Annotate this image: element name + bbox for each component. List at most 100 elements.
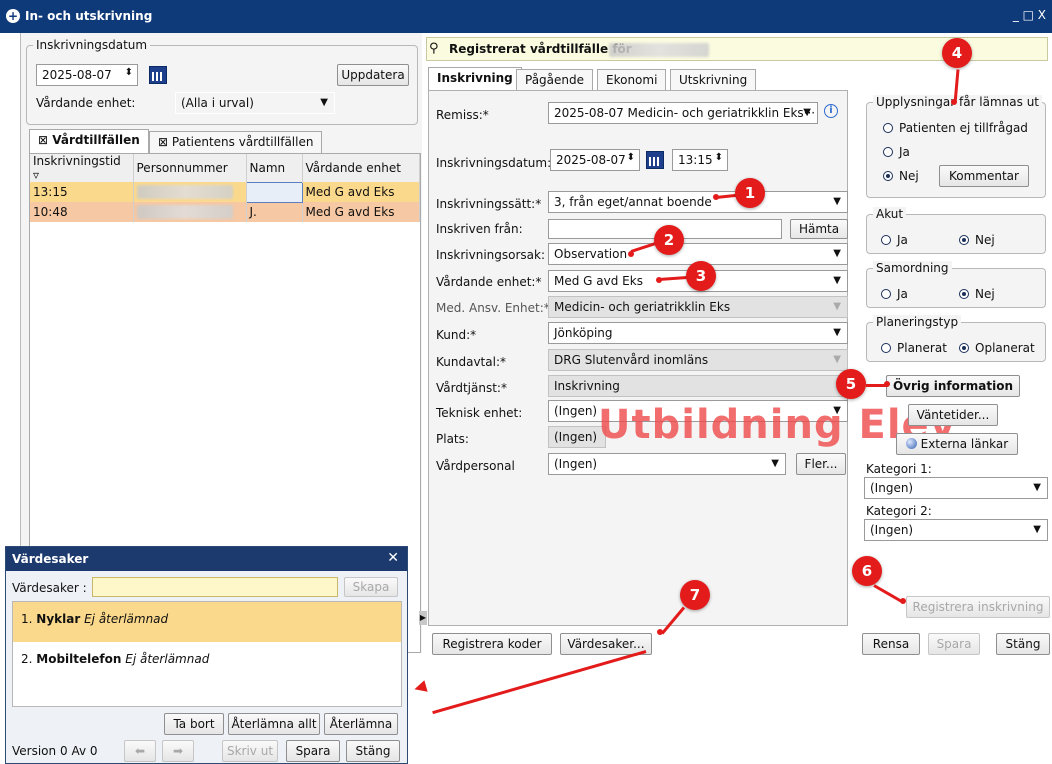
samordning-legend: Samordning [873,261,952,275]
table-row[interactable]: 10:48 J. Med G avd Eks [30,202,420,222]
col-inskrivningstid[interactable]: Inskrivningstid ▿ [30,154,134,182]
tab-utskrivning[interactable]: Utskrivning [670,69,757,91]
category2-select[interactable]: (Ingen) ▼ [864,519,1048,541]
list-item[interactable]: 2. Mobiltelefon Ej återlämnad [13,646,401,676]
col-vardande-enhet[interactable]: Vårdande enhet [302,154,420,182]
valuables-dialog-titlebar: Värdesaker ✕ [6,547,407,571]
window-titlebar: + In- och utskrivning _ □ X [0,0,1052,33]
staff-select[interactable]: (Ingen) ▼ [548,453,786,475]
annotation-3-badge: 3 [686,261,716,291]
row-personnummer-blurred [133,182,247,202]
window-controls[interactable]: _ □ X [1013,8,1046,22]
reason-value: Observation [554,247,628,261]
category2-value: (Ingen) [870,523,914,537]
remiss-select[interactable]: 2025-08-07 Medicin- och geriatrikklin Ek… [548,102,818,124]
wait-times-button[interactable]: Väntetider... [908,404,998,426]
row-unit: Med G avd Eks [302,202,420,222]
service-label: Vårdtjänst:* [436,381,507,395]
service-value: Inskrivning [554,379,620,393]
category2-label: Kategori 2: [866,504,932,518]
radio-akut-no[interactable]: Nej [959,233,995,247]
return-button[interactable]: Återlämna [324,713,398,735]
chevron-down-icon: ▼ [1033,482,1041,493]
external-links-button[interactable]: Externa länkar [896,433,1018,455]
customer-value: Jönköping [554,326,613,340]
valuables-dialog-title: Värdesaker [12,552,89,566]
col-namn[interactable]: Namn [246,154,303,182]
update-button[interactable]: Uppdatera [337,64,409,86]
radio-icon [883,123,893,133]
samordning-group: Samordning Ja Nej [866,261,1046,308]
contract-value: DRG Slutenvård inomläns [554,353,709,367]
tab-inskrivning[interactable]: Inskrivning [428,67,522,91]
spinner-icon[interactable]: ⬍ [715,152,723,163]
print-button[interactable]: Skriv ut [222,740,278,762]
row-personnummer-blurred [133,202,247,222]
table-icon: ⊠ [158,135,169,149]
radio-samordning-yes[interactable]: Ja [881,287,908,301]
med-unit-select: Medicin- och geriatrikklin Eks ▼ [548,296,848,318]
register-codes-button[interactable]: Registrera koder [432,633,552,655]
scroll-right-icon[interactable]: ▶ [419,611,427,625]
episode-header-title: Registrerat vårdtillfälle för [449,42,632,56]
radio-samordning-no[interactable]: Nej [959,287,995,301]
close-icon[interactable]: ✕ [387,550,399,566]
tab-pagaende[interactable]: Pågående [516,69,594,91]
save-button[interactable]: Spara [928,633,980,655]
radio-planerat[interactable]: Planerat [881,341,947,355]
left-unit-select[interactable]: (Alla i urval) ▼ [175,92,335,114]
admission-time-input[interactable]: 13:15 ⬍ [672,149,728,171]
category1-select[interactable]: (Ingen) ▼ [864,477,1048,499]
close-button[interactable]: Stäng [996,633,1050,655]
tab-patient-vardtillfallen[interactable]: ⊠ Patientens vårdtillfällen [149,131,323,153]
table-header-row: Inskrivningstid ▿ Personnummer Namn Vård… [30,154,420,182]
calendar-icon[interactable] [149,66,167,84]
staff-label: Vårdpersonal [436,459,515,473]
radio-oplanerat[interactable]: Oplanerat [959,341,1035,355]
customer-select[interactable]: Jönköping ▼ [548,322,848,344]
valuables-input[interactable] [92,577,338,597]
left-date-input[interactable]: 2025-08-07 ⬍ [36,64,138,86]
chevron-down-icon: ▼ [803,107,811,118]
create-button[interactable]: Skapa [344,577,398,597]
table-row[interactable]: 13:15 Med G avd Eks [30,181,420,203]
row-name [245,181,303,203]
tab-ekonomi[interactable]: Ekonomi [597,69,667,91]
dialog-save-button[interactable]: Spara [286,740,340,762]
return-all-button[interactable]: Återlämna allt [228,713,320,735]
other-info-button[interactable]: Övrig information [886,375,1020,397]
dialog-close-button[interactable]: Stäng [346,740,400,762]
remove-button[interactable]: Ta bort [164,713,224,735]
radio-akut-yes[interactable]: Ja [881,233,908,247]
prev-version-button[interactable]: ⬅ [124,740,156,762]
next-version-button[interactable]: ➡ [162,740,194,762]
fetch-button[interactable]: Hämta [790,219,848,239]
radio-icon [881,343,891,353]
row-time: 13:15 [30,182,134,202]
clear-button[interactable]: Rensa [862,633,920,655]
radio-info-no[interactable]: Nej [883,169,919,183]
radio-icon [883,147,893,157]
method-select[interactable]: 3, från eget/annat boende ▼ [548,191,848,213]
window-title: + In- och utskrivning [6,9,152,23]
row-unit: Med G avd Eks [302,182,420,202]
annotation-4-dot [951,99,957,105]
col-personnummer[interactable]: Personnummer [133,154,247,182]
radio-patient-not-asked[interactable]: Patienten ej tillfrågad [883,121,1028,135]
spinner-icon[interactable]: ⬍ [125,67,133,78]
info-disclosure-group: Upplysningar får lämnas ut Patienten ej … [866,95,1046,198]
comment-button[interactable]: Kommentar [939,165,1029,187]
calendar-icon[interactable] [646,151,664,169]
more-button[interactable]: Fler... [796,453,846,475]
spinner-icon[interactable]: ⬍ [627,152,635,163]
tab-patient-label: Patientens vårdtillfällen [171,135,314,149]
list-item[interactable]: 1. Nyklar Ej återlämnad [13,602,401,642]
admission-date-input[interactable]: 2025-08-07 ⬍ [550,149,640,171]
left-unit-label: Vårdande enhet: [36,96,136,110]
info-icon[interactable]: i [824,104,838,118]
chevron-down-icon: ▼ [833,301,841,312]
annotation-dialog-arrow-head [412,680,428,696]
tab-vardtillfallen[interactable]: ⊠ Vårdtillfällen [29,129,149,153]
register-admission-button[interactable]: Registrera inskrivning [906,596,1050,618]
radio-info-yes[interactable]: Ja [883,145,910,159]
